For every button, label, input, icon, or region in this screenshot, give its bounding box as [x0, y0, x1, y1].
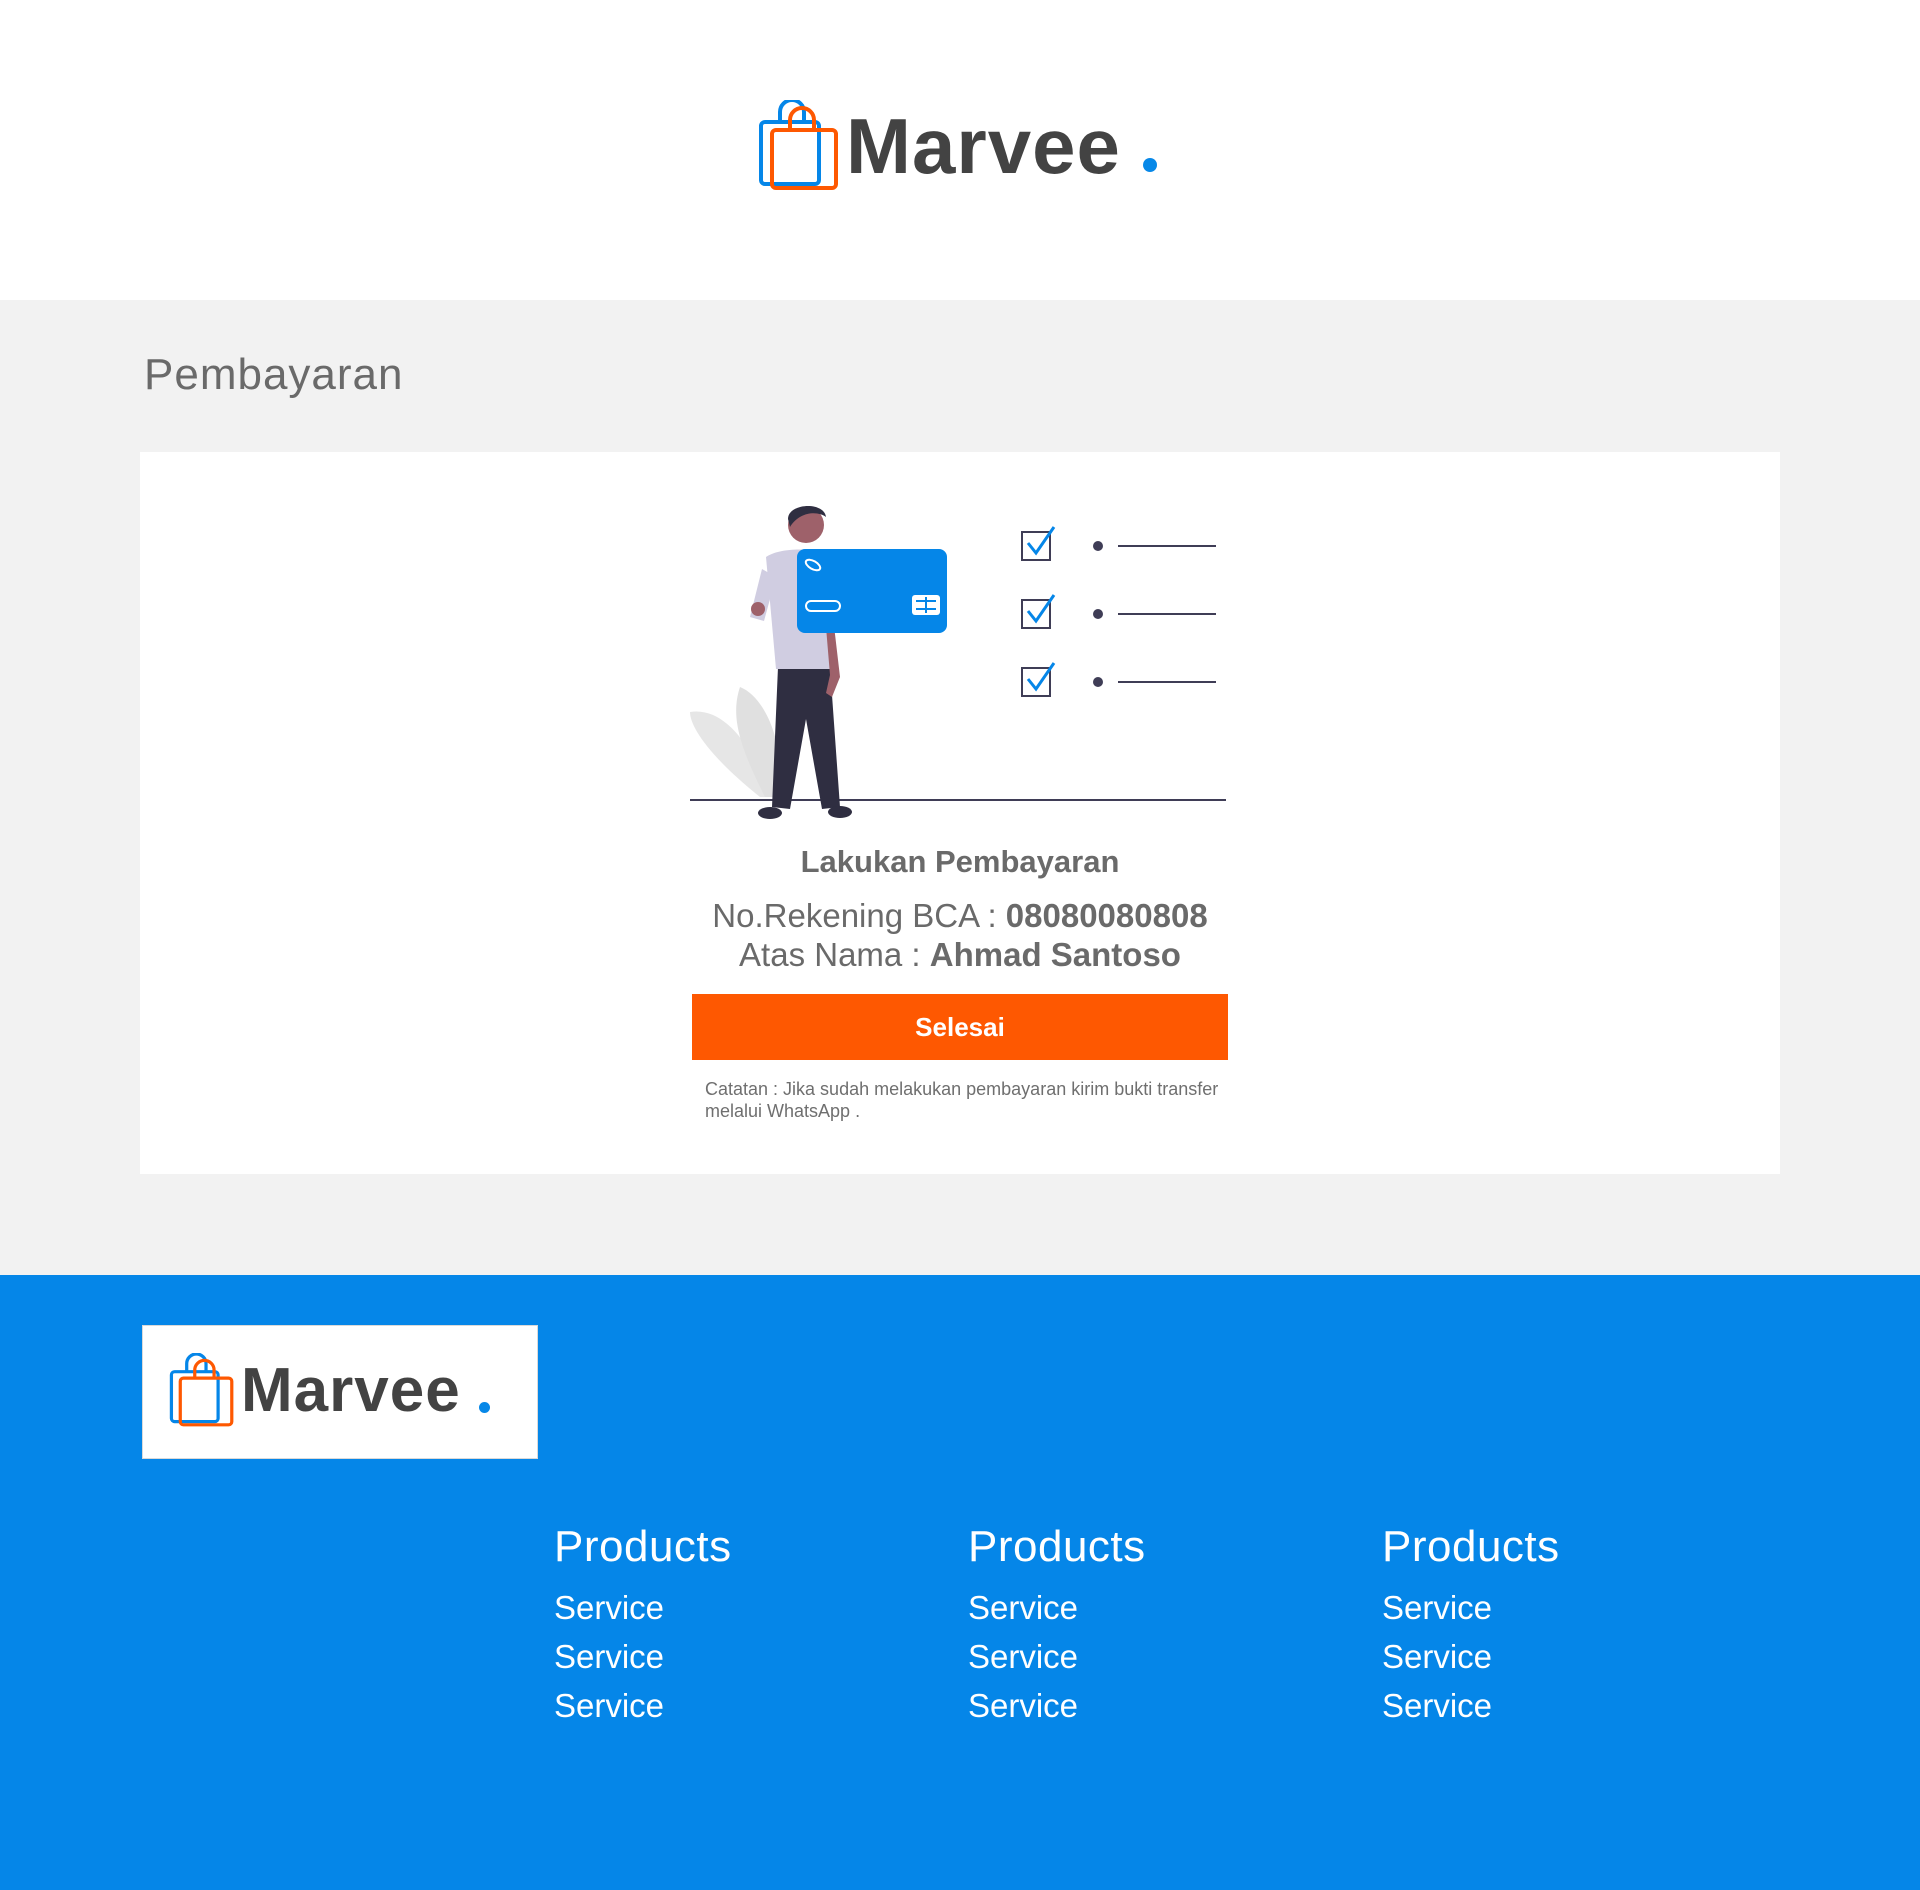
footer-link[interactable]: Service: [968, 1632, 1146, 1681]
footer-brand-name: Marvee: [241, 1356, 461, 1425]
checkbox-icon: [1021, 526, 1216, 697]
footer-link[interactable]: Service: [1382, 1681, 1560, 1730]
footer-column: Products Service Service Service: [554, 1525, 732, 1730]
credit-card-icon: [797, 549, 947, 633]
account-name-label: Atas Nama :: [739, 936, 930, 973]
footer-column-title: Products: [968, 1522, 1146, 1571]
payment-card: Lakukan Pembayaran No.Rekening BCA : 080…: [140, 452, 1780, 1174]
footer-brand-dot: [478, 1401, 492, 1416]
footer-link[interactable]: Service: [1382, 1632, 1560, 1681]
site-header: Marvee: [0, 0, 1920, 300]
account-number: 08080080808: [1005, 897, 1208, 934]
account-number-line: No.Rekening BCA : 08080080808: [692, 897, 1228, 935]
footer-column: Products Service Service Service: [968, 1525, 1146, 1730]
footer-link[interactable]: Service: [554, 1681, 732, 1730]
footer-column-title: Products: [1382, 1522, 1560, 1571]
account-label: No.Rekening BCA :: [712, 897, 1006, 934]
brand-name: Marvee: [846, 102, 1121, 190]
site-footer: Marvee Products Service Service Service …: [0, 1275, 1920, 1890]
brand-dot: [1142, 158, 1159, 175]
footer-link[interactable]: Service: [554, 1632, 732, 1681]
payment-heading: Lakukan Pembayaran: [800, 844, 1120, 879]
footer-logo-box: Marvee: [142, 1325, 538, 1459]
footer-link[interactable]: Service: [554, 1583, 732, 1632]
footer-link[interactable]: Service: [968, 1583, 1146, 1632]
shopping-bag-icon: [759, 100, 838, 190]
page-title: Pembayaran: [144, 350, 404, 399]
account-name: Ahmad Santoso: [929, 936, 1181, 973]
footer-column: Products Service Service Service: [1382, 1525, 1560, 1730]
payment-note: Catatan : Jika sudah melakukan pembayara…: [705, 1079, 1219, 1121]
footer-link[interactable]: Service: [968, 1681, 1146, 1730]
header-logo[interactable]: Marvee: [758, 100, 1159, 192]
shopping-bag-icon: [169, 1353, 234, 1427]
payment-illustration: [690, 505, 1226, 819]
account-name-line: Atas Nama : Ahmad Santoso: [692, 936, 1228, 974]
footer-link[interactable]: Service: [1382, 1583, 1560, 1632]
footer-logo[interactable]: Marvee: [169, 1353, 492, 1429]
done-button[interactable]: Selesai: [692, 994, 1228, 1060]
footer-column-title: Products: [554, 1522, 732, 1571]
payment-section: Pembayaran Lakukan Pembayaran No.Rekenin…: [0, 300, 1920, 1275]
